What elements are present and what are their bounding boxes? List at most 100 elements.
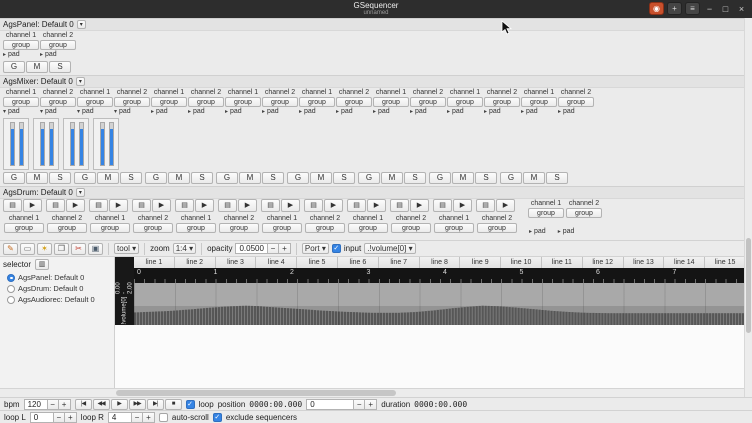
group-button[interactable]: group	[3, 97, 39, 107]
group-button[interactable]: group	[262, 223, 302, 233]
play-button[interactable]: ▶	[110, 398, 128, 410]
group-toggle[interactable]: G	[500, 172, 522, 184]
pad-expander[interactable]: ▾ pad	[40, 107, 77, 116]
minimize-button[interactable]: −	[703, 3, 716, 15]
mute-toggle[interactable]: M	[452, 172, 474, 184]
open-sample-button[interactable]: ▤	[89, 199, 108, 212]
maximize-button[interactable]: □	[719, 3, 732, 15]
machine-radio-item[interactable]: AgsPanel: Default 0	[0, 272, 114, 283]
group-button[interactable]: group	[47, 223, 87, 233]
input-port-combo[interactable]: .!volume[0] ▾	[364, 243, 416, 254]
solo-toggle[interactable]: S	[546, 172, 568, 184]
pad-expander[interactable]: ▾ pad	[114, 107, 151, 116]
group-toggle[interactable]: G	[216, 172, 238, 184]
loop-right-value[interactable]: 4	[107, 411, 131, 423]
solo-toggle[interactable]: S	[333, 172, 355, 184]
jump-end-button[interactable]: ▶|	[146, 398, 164, 410]
pad-expander[interactable]: ▸ pad	[373, 107, 410, 116]
group-toggle[interactable]: G	[3, 172, 25, 184]
loop-right-decrement-button[interactable]: −	[130, 411, 143, 423]
group-button[interactable]: group	[521, 97, 557, 107]
mute-toggle[interactable]: M	[26, 172, 48, 184]
bpm-value[interactable]: 120	[23, 398, 47, 410]
loop-checkbox[interactable]: ✓	[185, 399, 195, 409]
group-button[interactable]: group	[40, 40, 76, 50]
auto-scroll-checkbox[interactable]	[158, 412, 168, 422]
pad-expander[interactable]: ▸ pad	[151, 107, 188, 116]
mute-toggle[interactable]: M	[239, 172, 261, 184]
radio-icon[interactable]	[7, 273, 15, 282]
open-sample-button[interactable]: ▤	[433, 199, 452, 212]
pad-expander[interactable]: ▸ pad	[40, 50, 77, 59]
group-button[interactable]: group	[477, 223, 517, 233]
volume-slider[interactable]	[17, 121, 25, 167]
solo-toggle[interactable]: S	[475, 172, 497, 184]
volume-slider[interactable]	[68, 121, 76, 167]
edit-pencil-tool[interactable]: ✎	[3, 242, 18, 255]
machine-menu-combo[interactable]: ▾	[75, 77, 85, 86]
pad-expander[interactable]: ▾ pad	[3, 107, 40, 116]
loop-left-value[interactable]: 0	[29, 411, 53, 423]
group-button[interactable]: group	[133, 223, 173, 233]
cut-scissors-tool[interactable]: ✂	[71, 242, 86, 255]
open-sample-button[interactable]: ▤	[261, 199, 280, 212]
solo-toggle[interactable]: S	[49, 61, 71, 73]
solo-toggle[interactable]: S	[49, 172, 71, 184]
group-button[interactable]: group	[299, 97, 335, 107]
play-pad-button[interactable]: ▶	[367, 199, 386, 212]
group-button[interactable]: group	[348, 223, 388, 233]
volume-slider[interactable]	[98, 121, 106, 167]
group-button[interactable]: group	[176, 223, 216, 233]
play-pad-button[interactable]: ▶	[195, 199, 214, 212]
play-pad-button[interactable]: ▶	[152, 199, 171, 212]
loop-left-decrement-button[interactable]: −	[52, 411, 65, 423]
select-wand-tool[interactable]: ✶	[37, 242, 52, 255]
group-button[interactable]: group	[391, 223, 431, 233]
pad-expander[interactable]: ▸ pad	[336, 107, 373, 116]
group-button[interactable]: group	[219, 223, 259, 233]
mute-toggle[interactable]: M	[26, 61, 48, 73]
pad-expander[interactable]: ▸ pad	[188, 107, 225, 116]
pad-expander[interactable]: ▸ pad	[262, 107, 299, 116]
group-button[interactable]: group	[484, 97, 520, 107]
group-button[interactable]: group	[40, 97, 76, 107]
solo-toggle[interactable]: S	[191, 172, 213, 184]
open-sample-button[interactable]: ▤	[304, 199, 323, 212]
volume-automation-band[interactable]	[134, 283, 745, 325]
group-toggle[interactable]: G	[74, 172, 96, 184]
open-sample-button[interactable]: ▤	[3, 199, 22, 212]
group-button[interactable]: group	[262, 97, 298, 107]
group-toggle[interactable]: G	[287, 172, 309, 184]
status-button[interactable]: ◉	[649, 2, 664, 15]
volume-slider[interactable]	[77, 121, 85, 167]
pad-expander[interactable]: ▸ pad	[484, 107, 521, 116]
loop-left-increment-button[interactable]: +	[64, 411, 77, 423]
play-pad-button[interactable]: ▶	[410, 199, 429, 212]
offset-value[interactable]: 0	[306, 398, 354, 410]
group-button[interactable]: group	[336, 97, 372, 107]
solo-toggle[interactable]: S	[120, 172, 142, 184]
open-sample-button[interactable]: ▤	[132, 199, 151, 212]
horizontal-scrollbar[interactable]	[0, 388, 752, 397]
horizontal-scrollbar-thumb[interactable]	[116, 390, 396, 396]
group-button[interactable]: group	[558, 97, 594, 107]
group-button[interactable]: group	[447, 97, 483, 107]
open-sample-button[interactable]: ▤	[46, 199, 65, 212]
group-button[interactable]: group	[114, 97, 150, 107]
group-button[interactable]: group	[566, 208, 602, 218]
radio-icon[interactable]	[7, 284, 15, 293]
group-button[interactable]: group	[373, 97, 409, 107]
vertical-scrollbar[interactable]	[744, 18, 752, 397]
pad-expander[interactable]: ▸ pad	[3, 50, 40, 59]
pad-expander[interactable]: ▸ pad	[225, 107, 262, 116]
play-pad-button[interactable]: ▶	[109, 199, 128, 212]
bpm-decrement-button[interactable]: −	[46, 398, 59, 410]
group-button[interactable]: group	[188, 97, 224, 107]
offset-increment-button[interactable]: +	[365, 398, 378, 410]
loop-right-increment-button[interactable]: +	[142, 411, 155, 423]
jump-start-button[interactable]: |◀	[74, 398, 92, 410]
pad-expander[interactable]: ▸ pad	[529, 220, 546, 238]
copy-tool[interactable]: ❐	[54, 242, 69, 255]
pad-expander[interactable]: ▸ pad	[521, 107, 558, 116]
mute-toggle[interactable]: M	[381, 172, 403, 184]
